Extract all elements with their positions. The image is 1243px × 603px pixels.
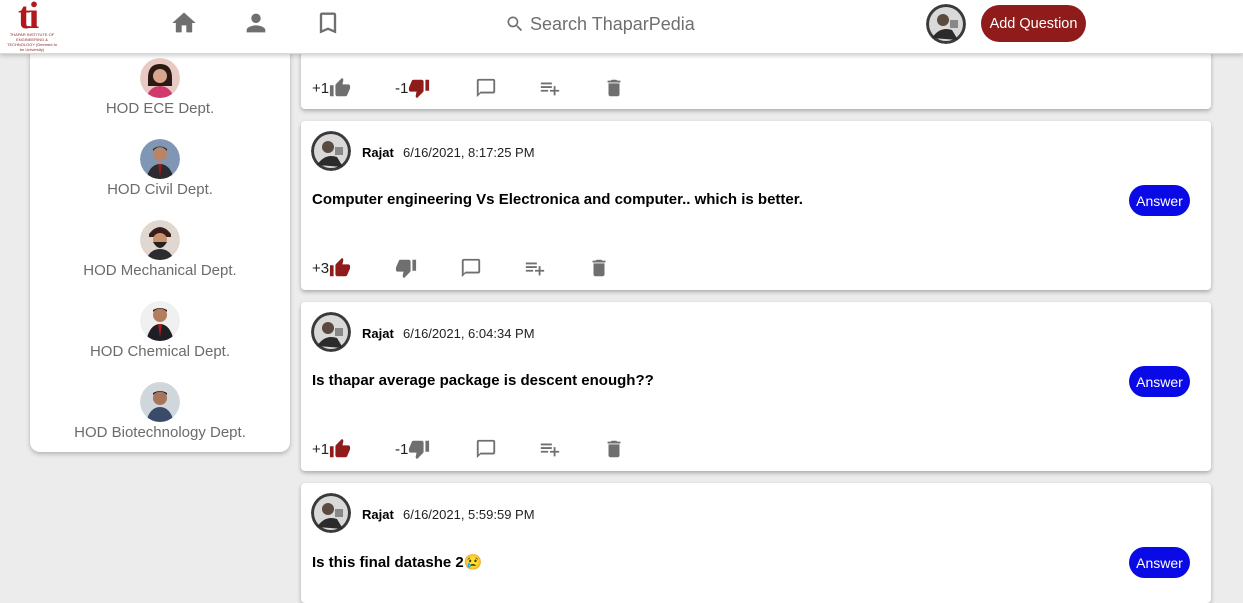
upvote-count: +1 [312, 440, 330, 458]
add-question-button[interactable]: Add Question [981, 5, 1086, 42]
author-name[interactable]: Rajat [362, 145, 394, 160]
user-avatar[interactable] [311, 312, 351, 352]
top-navbar: ti THAPAR INSTITUTE OF ENGINEERING & TEC… [0, 0, 1243, 54]
sidebar-item-hod-civil[interactable]: HOD Civil Dept. [30, 139, 290, 198]
playlist-add-icon [540, 82, 560, 96]
sidebar-item-label: HOD Mechanical Dept. [83, 262, 237, 279]
upvote-button[interactable]: +1 [312, 74, 351, 102]
sidebar-item-hod-ece[interactable]: HOD ECE Dept. [30, 58, 290, 117]
answer-button[interactable]: Answer [1129, 547, 1190, 578]
question-card: Rajat 6/16/2021, 6:04:34 PM Is thapar av… [301, 302, 1211, 471]
card-actions: +1 -1 [301, 435, 1211, 463]
card-actions: +3 [301, 254, 1211, 282]
add-to-list-button[interactable] [539, 74, 561, 102]
comment-icon [461, 258, 481, 278]
upvote-count: +1 [312, 79, 330, 97]
post-timestamp: 6/16/2021, 6:04:34 PM [403, 326, 535, 341]
sidebar-item-label: HOD Chemical Dept. [89, 343, 231, 360]
comment-icon [476, 78, 496, 98]
sidebar-item-label: HOD Civil Dept. [107, 181, 213, 198]
downvote-button[interactable]: -1 [395, 74, 430, 102]
sidebar-item-hod-chemical[interactable]: HOD Chemical Dept. [30, 301, 290, 360]
comment-icon [476, 439, 496, 459]
logo-subtext: THAPAR INSTITUTE OF ENGINEERING & TECHNO… [7, 32, 57, 52]
playlist-add-icon [540, 443, 560, 457]
bookmark-icon[interactable] [314, 9, 342, 37]
thumbs-up-icon [330, 438, 351, 458]
hod-avatar [140, 139, 180, 179]
user-avatar[interactable] [311, 131, 351, 171]
home-icon[interactable] [170, 9, 198, 37]
upvote-count: +3 [312, 259, 330, 277]
add-to-list-button[interactable] [539, 435, 561, 463]
hod-avatar [140, 220, 180, 260]
downvote-count: -1 [395, 79, 409, 97]
hod-sidebar: HOD ECE Dept. HOD Civil Dept. HOD Mechan… [30, 40, 290, 452]
answer-button[interactable]: Answer [1129, 366, 1190, 397]
trash-icon [607, 440, 621, 458]
thumbs-down-icon [395, 259, 417, 279]
trash-icon [592, 259, 606, 277]
question-text[interactable]: Computer engineering Vs Electronica and … [312, 191, 803, 208]
upvote-button[interactable]: +1 [312, 435, 351, 463]
post-timestamp: 6/16/2021, 5:59:59 PM [403, 507, 535, 522]
sidebar-item-hod-biotechnology[interactable]: HOD Biotechnology Dept. [30, 382, 290, 441]
search-input[interactable] [530, 13, 730, 35]
thumbs-down-icon [409, 440, 430, 460]
search-bar[interactable] [505, 11, 730, 37]
person-icon[interactable] [242, 9, 270, 37]
delete-button[interactable] [603, 74, 625, 102]
downvote-button[interactable] [395, 254, 417, 282]
thumbs-up-icon [330, 257, 351, 277]
hod-avatar [140, 301, 180, 341]
delete-button[interactable] [588, 254, 610, 282]
playlist-add-icon [525, 262, 545, 276]
hod-avatar [140, 382, 180, 422]
trash-icon [607, 79, 621, 97]
add-to-list-button[interactable] [524, 254, 546, 282]
comment-button[interactable] [460, 254, 482, 282]
author-name[interactable]: Rajat [362, 326, 394, 341]
hod-avatar [140, 58, 180, 98]
thumbs-down-icon [409, 79, 430, 99]
user-avatar[interactable] [311, 493, 351, 533]
sidebar-item-hod-mechanical[interactable]: HOD Mechanical Dept. [30, 220, 290, 279]
thumbs-up-icon [330, 77, 351, 97]
delete-button[interactable] [603, 435, 625, 463]
search-icon [507, 16, 523, 32]
comment-button[interactable] [475, 435, 497, 463]
question-card: Rajat 6/16/2021, 8:17:25 PM Computer eng… [301, 121, 1211, 290]
upvote-button[interactable]: +3 [312, 254, 351, 282]
comment-button[interactable] [475, 74, 497, 102]
sidebar-item-label: HOD ECE Dept. [105, 100, 215, 117]
thapar-logo[interactable]: ti THAPAR INSTITUTE OF ENGINEERING & TEC… [6, 0, 58, 52]
downvote-button[interactable]: -1 [395, 435, 430, 463]
question-card: Rajat 6/16/2021, 5:59:59 PM Is this fina… [301, 483, 1211, 603]
author-name[interactable]: Rajat [362, 507, 394, 522]
downvote-count: -1 [395, 440, 409, 458]
question-text[interactable]: Is this final datashe 2😢 [312, 553, 482, 571]
user-avatar[interactable] [926, 4, 966, 44]
answer-button[interactable]: Answer [1129, 185, 1190, 216]
sidebar-item-label: HOD Biotechnology Dept. [74, 424, 246, 441]
question-text[interactable]: Is thapar average package is descent eno… [312, 372, 654, 389]
post-timestamp: 6/16/2021, 8:17:25 PM [403, 145, 535, 160]
card-actions: +1 -1 [301, 74, 1211, 102]
